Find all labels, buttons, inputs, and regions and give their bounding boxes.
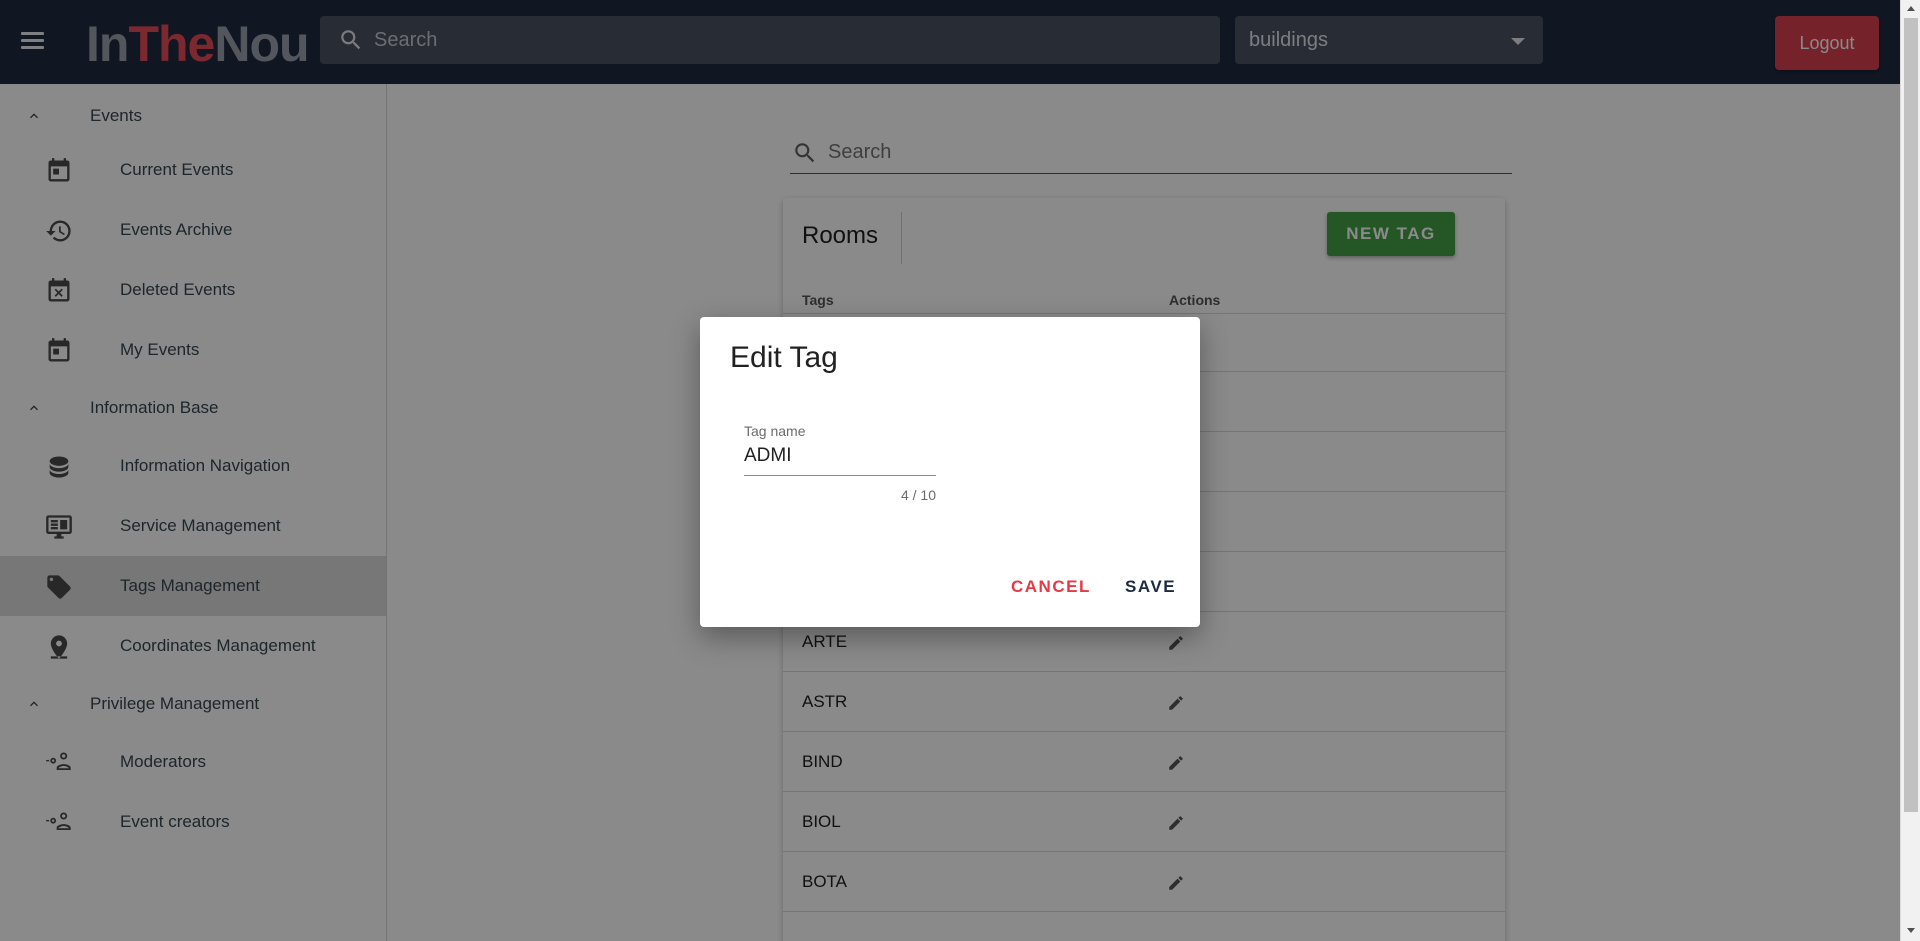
page-scrollbar[interactable] [1900, 0, 1920, 941]
cancel-button[interactable]: CANCEL [1011, 577, 1091, 597]
scroll-down-arrow-icon[interactable] [1907, 928, 1915, 933]
tag-name-field: Tag name 4 / 10 [744, 423, 936, 503]
edit-tag-dialog: Edit Tag Tag name 4 / 10 CANCEL SAVE [700, 317, 1200, 627]
dialog-title: Edit Tag [730, 341, 838, 374]
tag-name-label: Tag name [744, 423, 806, 439]
tag-name-input[interactable] [744, 445, 936, 476]
scroll-up-arrow-icon[interactable] [1907, 6, 1915, 11]
save-button[interactable]: SAVE [1125, 577, 1176, 597]
character-counter: 4 / 10 [900, 487, 936, 503]
scrollbar-thumb[interactable] [1904, 18, 1918, 812]
